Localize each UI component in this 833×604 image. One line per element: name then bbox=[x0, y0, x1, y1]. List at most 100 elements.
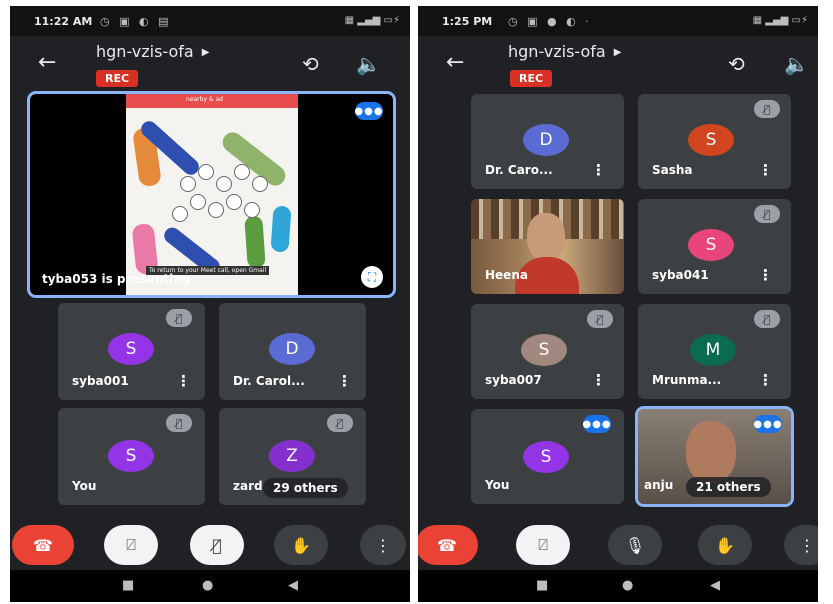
signal-battery-icons: ▦ ▂▄▆ ▭⚡ bbox=[344, 15, 400, 26]
participant-tile-others[interactable]: 🎙̸ Z zard 29 others bbox=[219, 408, 366, 505]
back-arrow-icon[interactable]: ← bbox=[38, 50, 56, 75]
avatar: S bbox=[108, 440, 154, 472]
end-call-button[interactable]: ☎ bbox=[418, 525, 478, 565]
participant-tile[interactable]: D Dr. Carol... ⋮ bbox=[219, 303, 366, 400]
participant-tile[interactable]: 🎙̸ S Sasha ⋮ bbox=[638, 94, 791, 189]
nav-back-icon[interactable]: ◀ bbox=[710, 578, 720, 593]
participant-name: syba007 bbox=[485, 373, 542, 387]
raise-hand-button[interactable]: ✋ bbox=[274, 525, 328, 565]
participant-name: Mrunma... bbox=[652, 373, 722, 387]
shape-cyan bbox=[270, 205, 292, 253]
recents-icon[interactable]: ■ bbox=[122, 578, 134, 593]
camera-off-icon: ⍁ bbox=[126, 535, 136, 554]
signal-battery-icons: ▦ ▂▄▆ ▭⚡ bbox=[752, 15, 808, 26]
presentation-tile[interactable]: nearby & ad To return to your Meet call,… bbox=[27, 91, 396, 298]
diagram-circle bbox=[198, 164, 214, 180]
more-vert-icon[interactable]: ⋮ bbox=[758, 371, 773, 389]
end-call-button[interactable]: ☎ bbox=[12, 525, 74, 565]
diagram-circle bbox=[252, 176, 268, 192]
more-vert-icon[interactable]: ⋮ bbox=[591, 161, 606, 179]
avatar-initial: S bbox=[125, 339, 137, 359]
diagram-circle bbox=[172, 206, 188, 222]
raise-hand-button[interactable]: ✋ bbox=[698, 525, 752, 565]
raise-hand-icon: ✋ bbox=[291, 535, 311, 555]
participant-tile-self[interactable]: ●●● S You bbox=[471, 409, 624, 504]
more-vert-icon[interactable]: ⋮ bbox=[591, 371, 606, 389]
mic-toggle-button[interactable]: 🎙 bbox=[608, 525, 662, 565]
rec-badge: REC bbox=[96, 70, 139, 87]
others-count-badge: 29 others bbox=[263, 478, 348, 498]
mic-off-icon: 🎙̸ bbox=[754, 205, 780, 223]
avatar: D bbox=[269, 333, 315, 365]
participant-name: You bbox=[485, 478, 510, 492]
speaking-indicator-icon: ●●● bbox=[582, 415, 611, 433]
participant-name: Dr. Caro... bbox=[485, 163, 553, 177]
avatar-initial: Z bbox=[286, 446, 298, 466]
participant-tile[interactable]: 🎙̸ S syba041 ⋮ bbox=[638, 199, 791, 294]
mic-toggle-button[interactable]: 🎙̸ bbox=[190, 525, 244, 565]
participant-name: You bbox=[72, 479, 97, 493]
speaking-indicator-icon: ●●● bbox=[354, 102, 383, 120]
mic-off-icon: 🎙̸ bbox=[754, 310, 780, 328]
participant-tile[interactable]: 🎙̸ S syba001 ⋮ bbox=[58, 303, 205, 400]
presenter-label: tyba053 is presenting bbox=[42, 272, 191, 286]
meeting-header: ← hgn-vzis-ofa ▶ REC ⟲ 🔈 bbox=[10, 36, 410, 96]
more-vert-icon[interactable]: ⋮ bbox=[176, 372, 191, 390]
avatar-initial: S bbox=[540, 447, 552, 467]
back-arrow-icon[interactable]: ← bbox=[446, 50, 464, 75]
participant-tile[interactable]: D Dr. Caro... ⋮ bbox=[471, 94, 624, 189]
more-vert-icon[interactable]: ⋮ bbox=[758, 266, 773, 284]
meeting-title-text: hgn-vzis-ofa bbox=[96, 42, 194, 61]
participant-name: Dr. Carol... bbox=[233, 374, 305, 388]
participant-tile[interactable]: 🎙̸ S syba007 ⋮ bbox=[471, 304, 624, 399]
participant-name: Sasha bbox=[652, 163, 693, 177]
mic-icon: 🎙 bbox=[624, 535, 646, 555]
meeting-title[interactable]: hgn-vzis-ofa ▶ bbox=[508, 42, 621, 61]
avatar: S bbox=[521, 334, 567, 366]
avatar-initial: S bbox=[705, 235, 717, 255]
camera-flip-icon[interactable]: ⟲ bbox=[728, 52, 745, 76]
camera-toggle-button[interactable]: ⍁ bbox=[516, 525, 570, 565]
more-vert-icon[interactable]: ⋮ bbox=[337, 372, 352, 390]
home-icon[interactable]: ● bbox=[622, 578, 633, 593]
diagram-circle bbox=[244, 202, 260, 218]
camera-flip-icon[interactable]: ⟲ bbox=[302, 52, 319, 76]
android-nav-bar: ■ ● ◀ bbox=[418, 570, 818, 602]
nav-back-icon[interactable]: ◀ bbox=[288, 578, 298, 593]
status-time: 1:25 PM bbox=[442, 15, 493, 28]
end-call-icon: ☎ bbox=[437, 535, 457, 555]
notification-icons: ◷ ▣ ● ◐ · bbox=[508, 15, 592, 28]
participant-name: Heena bbox=[485, 268, 528, 282]
mic-off-icon: 🎙̸ bbox=[166, 414, 192, 432]
fullscreen-icon[interactable]: ⛶ bbox=[361, 266, 383, 288]
avatar-initial: S bbox=[705, 130, 717, 150]
speaker-icon[interactable]: 🔈 bbox=[784, 52, 809, 76]
participant-tile-self[interactable]: 🎙̸ S You bbox=[58, 408, 205, 505]
more-vert-icon: ⋮ bbox=[799, 535, 815, 555]
status-bar: 11:22 AM ◷ ▣ ◐ ▤ ▦ ▂▄▆ ▭⚡ bbox=[10, 6, 410, 36]
participant-name: anju bbox=[644, 478, 674, 492]
home-icon[interactable]: ● bbox=[202, 578, 213, 593]
avatar-initial: S bbox=[125, 446, 137, 466]
call-controls: ☎ ⍁ 🎙 ✋ ⋮ bbox=[418, 521, 818, 569]
recents-icon[interactable]: ■ bbox=[536, 578, 548, 593]
more-options-button[interactable]: ⋮ bbox=[360, 525, 406, 565]
chevron-right-icon: ▶ bbox=[201, 47, 210, 58]
speaker-icon[interactable]: 🔈 bbox=[356, 52, 381, 76]
raise-hand-icon: ✋ bbox=[715, 535, 735, 555]
more-options-button[interactable]: ⋮ bbox=[784, 525, 818, 565]
mic-off-icon: 🎙̸ bbox=[754, 100, 780, 118]
diagram-circle bbox=[180, 176, 196, 192]
participant-tile[interactable]: 🎙̸ M Mrunma... ⋮ bbox=[638, 304, 791, 399]
rec-badge: REC bbox=[510, 70, 553, 87]
participant-tile-others[interactable]: ●●● anju 21 others bbox=[635, 406, 794, 507]
diagram-circle bbox=[190, 194, 206, 210]
status-bar: 1:25 PM ◷ ▣ ● ◐ · ▦ ▂▄▆ ▭⚡ bbox=[418, 6, 818, 36]
diagram-circle bbox=[234, 164, 250, 180]
more-vert-icon[interactable]: ⋮ bbox=[758, 161, 773, 179]
participant-face bbox=[686, 421, 736, 483]
meeting-title[interactable]: hgn-vzis-ofa ▶ bbox=[96, 42, 209, 61]
camera-toggle-button[interactable]: ⍁ bbox=[104, 525, 158, 565]
participant-video-tile[interactable]: Heena bbox=[471, 199, 624, 294]
shared-app-bar: nearby & ad bbox=[126, 94, 298, 108]
